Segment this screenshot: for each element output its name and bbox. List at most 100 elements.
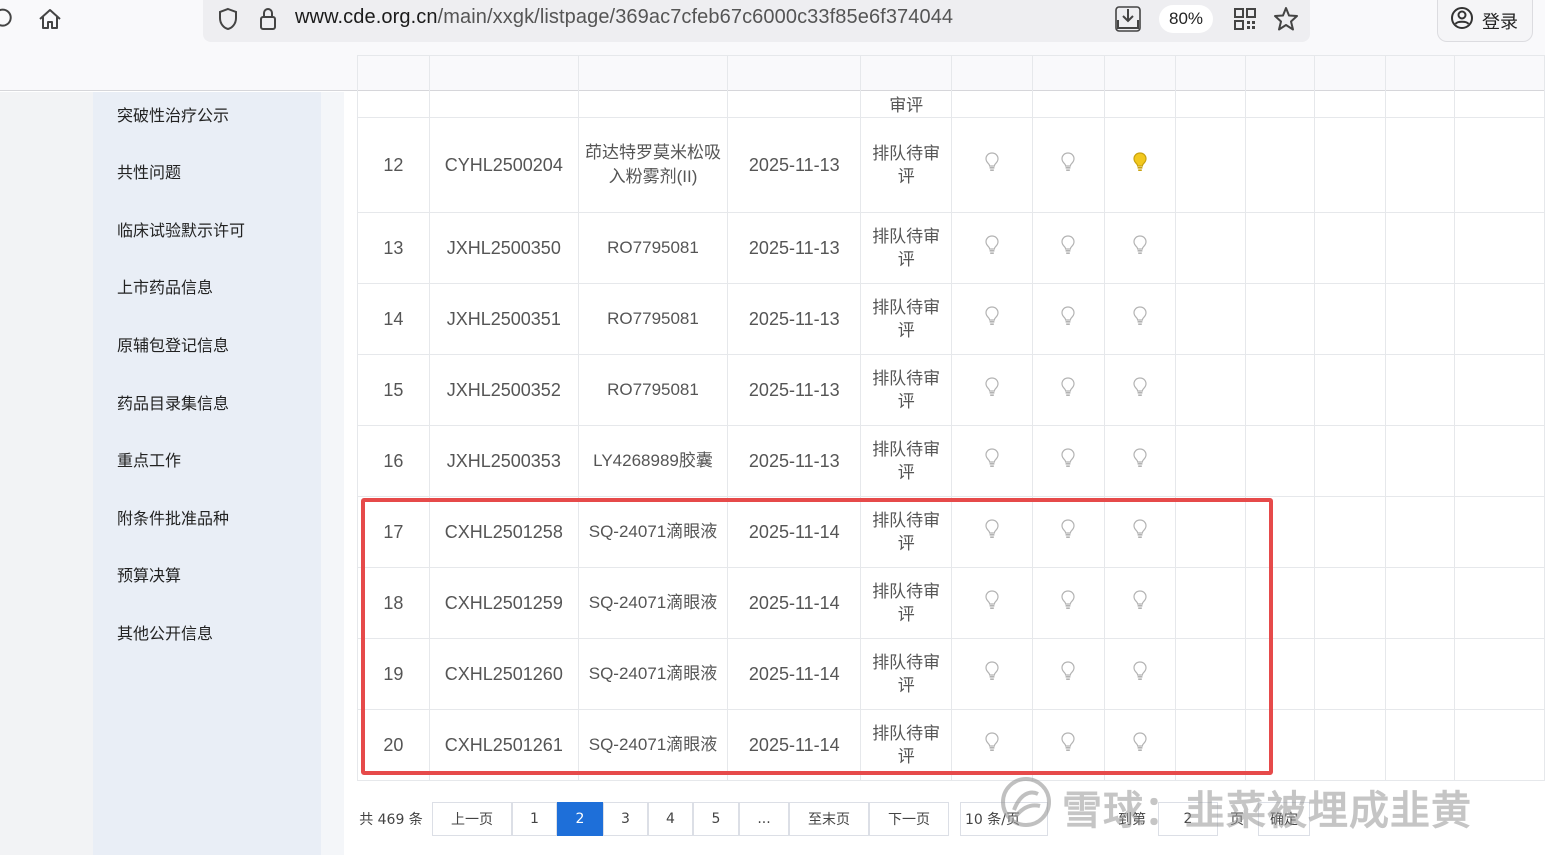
lightbulb-icon[interactable] — [1061, 235, 1075, 261]
lightbulb-icon[interactable] — [1061, 152, 1075, 178]
row-no-cell: 19 — [357, 638, 430, 710]
page-left-gutter — [0, 92, 93, 855]
undertake-date: 2025-11-14 — [748, 735, 840, 755]
date-cell: 2025-11-14 — [727, 567, 862, 639]
lightbulb-icon[interactable] — [1133, 448, 1147, 474]
lightbulb-icon[interactable] — [985, 306, 999, 332]
prev-page-button[interactable]: 上一页 — [432, 802, 512, 836]
page-size-select[interactable]: 10 条/页 — [960, 802, 1048, 836]
lightbulb-icon[interactable] — [985, 661, 999, 687]
next-page-button[interactable]: 下一页 — [869, 802, 949, 836]
bulb-cell — [951, 283, 1034, 355]
status-cell: 排队待审评 — [860, 496, 953, 568]
bulb-cell — [951, 496, 1034, 568]
review-queue-table: 审评 12 CYHL2500204 茚达特罗莫米松吸入粉雾剂(II) 2025-11-1… — [357, 55, 1545, 781]
date-cell — [727, 55, 862, 118]
sidebar-item-marketed-drugs[interactable]: 上市药品信息 — [117, 273, 213, 303]
lightbulb-icon[interactable] — [985, 590, 999, 616]
url-text[interactable]: www.cde.org.cn/main/xxgk/listpage/369ac7… — [295, 6, 953, 29]
login-button[interactable]: 登录 — [1437, 0, 1533, 42]
row-empty-cell — [1453, 212, 1545, 284]
row-empty-cell — [1453, 638, 1545, 710]
sidebar-item-excipient-registration[interactable]: 原辅包登记信息 — [117, 331, 229, 361]
page-button-4[interactable]: 4 — [648, 802, 693, 836]
lightbulb-icon[interactable] — [1133, 377, 1147, 403]
lightbulb-icon[interactable] — [1133, 519, 1147, 545]
bulb-cell — [1032, 496, 1105, 568]
sidebar-item-breakthrough-therapy[interactable]: 突破性治疗公示 — [117, 101, 229, 131]
lightbulb-icon[interactable] — [1061, 306, 1075, 332]
drug-name: RO7795081 — [607, 238, 699, 257]
lightbulb-icon[interactable] — [985, 448, 999, 474]
drug-name: SQ-24071滴眼液 — [588, 664, 718, 683]
sidebar-item-common-issues[interactable]: 共性问题 — [117, 158, 181, 188]
sidebar-item-clinical-trial-permit[interactable]: 临床试验默示许可 — [117, 216, 245, 246]
lightbulb-icon[interactable] — [1061, 590, 1075, 616]
page-unit-label: 页 — [1230, 812, 1244, 828]
row-empty-cell — [1453, 567, 1545, 639]
shield-icon[interactable] — [217, 7, 239, 35]
lightbulb-icon[interactable] — [1061, 377, 1075, 403]
lightbulb-icon[interactable] — [1133, 661, 1147, 687]
sidebar-item-key-work[interactable]: 重点工作 — [117, 446, 181, 476]
account-icon — [1450, 6, 1474, 35]
page-button-5[interactable]: 5 — [693, 802, 739, 836]
drug-name-cell: LY4268989胶囊 — [577, 425, 729, 497]
lightbulb-icon[interactable] — [1133, 590, 1147, 616]
row-empty-cell — [1175, 117, 1247, 213]
lightbulb-icon[interactable] — [1061, 519, 1075, 545]
bulb-cell — [1103, 425, 1177, 497]
sidebar-item-conditional-approval[interactable]: 附条件批准品种 — [117, 504, 229, 534]
lightbulb-icon[interactable] — [1061, 661, 1075, 687]
page-button-2-current[interactable]: 2 — [557, 802, 603, 836]
last-page-button[interactable]: 至末页 — [789, 802, 869, 836]
row-empty-cell — [1314, 709, 1386, 781]
url-path: /main/xxgk/listpage/369ac7cfeb67c6000c33… — [437, 6, 954, 28]
url-bar[interactable]: www.cde.org.cn/main/xxgk/listpage/369ac7… — [203, 0, 1310, 42]
row-empty-cell — [1453, 283, 1545, 355]
table-row-partial: 审评 — [357, 55, 1545, 118]
lightbulb-icon[interactable] — [1061, 732, 1075, 758]
acceptance-code: JXHL2500351 — [446, 309, 561, 329]
acceptance-code: CYHL2500204 — [444, 155, 563, 175]
date-cell: 2025-11-13 — [727, 212, 862, 284]
zoom-level-button[interactable]: 80% — [1159, 5, 1213, 33]
status-cell: 排队待审评 — [860, 354, 953, 426]
row-empty-cell — [1384, 283, 1455, 355]
download-icon[interactable] — [1115, 6, 1141, 36]
confirm-button[interactable]: 确定 — [1258, 802, 1310, 836]
lightbulb-icon[interactable] — [1133, 732, 1147, 758]
lightbulb-icon[interactable] — [985, 152, 999, 178]
goto-page-input[interactable]: 2 — [1158, 802, 1218, 836]
row-empty-cell — [1175, 638, 1247, 710]
sidebar-item-budget[interactable]: 预算决算 — [117, 561, 181, 591]
bulb-cell — [1103, 117, 1177, 213]
sidebar-item-drug-catalog[interactable]: 药品目录集信息 — [117, 389, 229, 419]
page-button-1[interactable]: 1 — [512, 802, 557, 836]
bulb-cell — [1032, 283, 1105, 355]
qr-code-icon[interactable] — [1233, 7, 1257, 35]
lightbulb-icon[interactable] — [985, 377, 999, 403]
status-text: 审评 — [889, 96, 924, 115]
lock-icon[interactable] — [258, 6, 278, 36]
date-cell: 2025-11-14 — [727, 496, 862, 568]
lightbulb-icon[interactable] — [1133, 235, 1147, 261]
row-empty-cell — [1314, 567, 1386, 639]
lightbulb-icon[interactable] — [985, 519, 999, 545]
acceptance-code-cell: CXHL2501259 — [428, 567, 579, 639]
bulb-cell — [1103, 55, 1177, 118]
sidebar-item-other-info[interactable]: 其他公开信息 — [117, 619, 213, 649]
row-no-cell: 14 — [357, 283, 430, 355]
page-button-3[interactable]: 3 — [603, 802, 648, 836]
content-gutter — [321, 92, 344, 855]
lightbulb-icon[interactable] — [1061, 448, 1075, 474]
lightbulb-on-icon[interactable] — [1133, 152, 1147, 178]
bookmark-star-icon[interactable] — [1273, 6, 1299, 36]
lightbulb-icon[interactable] — [1133, 306, 1147, 332]
lightbulb-icon[interactable] — [985, 235, 999, 261]
row-empty-cell — [1314, 117, 1386, 213]
row-no: 15 — [383, 380, 404, 400]
home-icon[interactable] — [34, 5, 66, 33]
reload-icon[interactable] — [0, 6, 14, 30]
lightbulb-icon[interactable] — [985, 732, 999, 758]
